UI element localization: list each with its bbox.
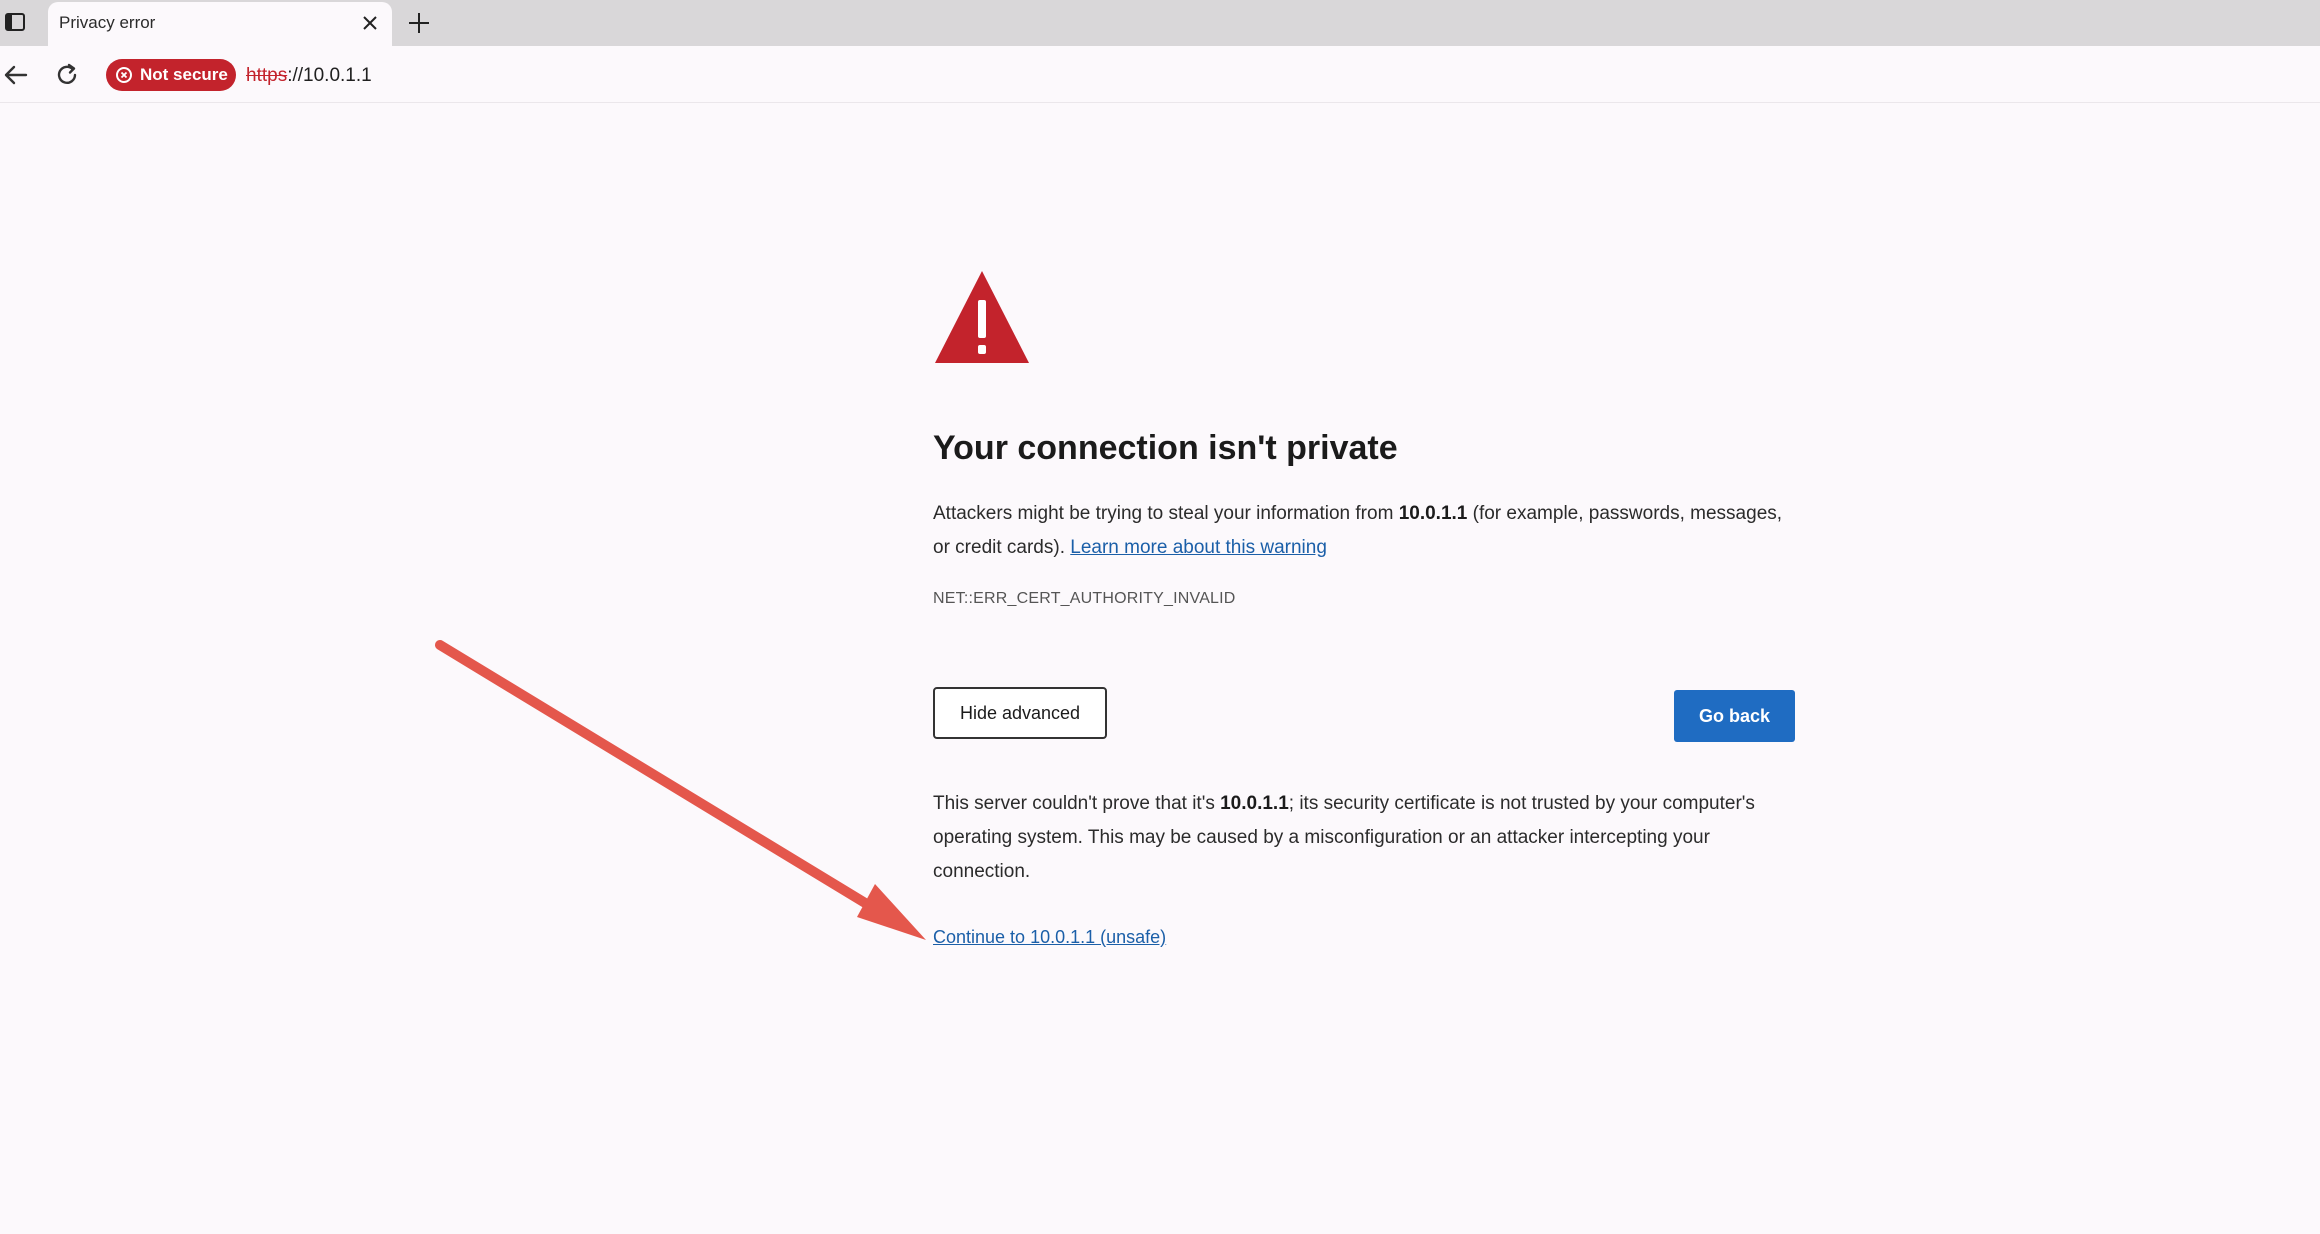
back-arrow-icon[interactable] xyxy=(0,60,30,90)
url-host: ://10.0.1.1 xyxy=(287,65,372,86)
tab-strip: Privacy error xyxy=(0,0,2320,46)
active-tab[interactable]: Privacy error xyxy=(48,2,392,46)
url-field[interactable]: https://10.0.1.1 xyxy=(246,65,372,87)
intro-host: 10.0.1.1 xyxy=(1398,503,1468,524)
learn-more-link[interactable]: Learn more about this warning xyxy=(1070,537,1327,558)
not-secure-label: Not secure xyxy=(140,65,228,84)
close-icon[interactable] xyxy=(358,11,382,35)
advanced-host: 10.0.1.1 xyxy=(1220,793,1289,814)
intro-text: Attackers might be trying to steal your … xyxy=(933,503,1399,524)
plus-icon[interactable] xyxy=(404,8,434,38)
warning-triangle-icon xyxy=(935,271,1029,363)
error-code: NET::ERR_CERT_AUTHORITY_INVALID xyxy=(933,590,1236,607)
window-icon[interactable] xyxy=(4,11,26,33)
hide-advanced-button[interactable]: Hide advanced xyxy=(933,687,1107,739)
reload-icon[interactable] xyxy=(52,60,82,90)
not-secure-badge[interactable]: Not secure xyxy=(106,59,236,91)
advanced-details: This server couldn't prove that it's 10.… xyxy=(933,787,1795,889)
not-secure-icon xyxy=(116,67,132,83)
advanced-text: This server couldn't prove that it's xyxy=(933,793,1221,814)
annotation-arrow-icon xyxy=(435,640,926,940)
go-back-button[interactable]: Go back xyxy=(1674,690,1795,742)
page-title: Your connection isn't private xyxy=(933,429,1398,467)
warning-description: Attackers might be trying to steal your … xyxy=(933,497,1795,565)
tab-title: Privacy error xyxy=(59,13,156,32)
address-bar-row: Not secure https://10.0.1.1 xyxy=(0,46,2320,103)
url-scheme: https xyxy=(246,65,288,86)
continue-unsafe-link[interactable]: Continue to 10.0.1.1 (unsafe) xyxy=(933,927,1166,948)
